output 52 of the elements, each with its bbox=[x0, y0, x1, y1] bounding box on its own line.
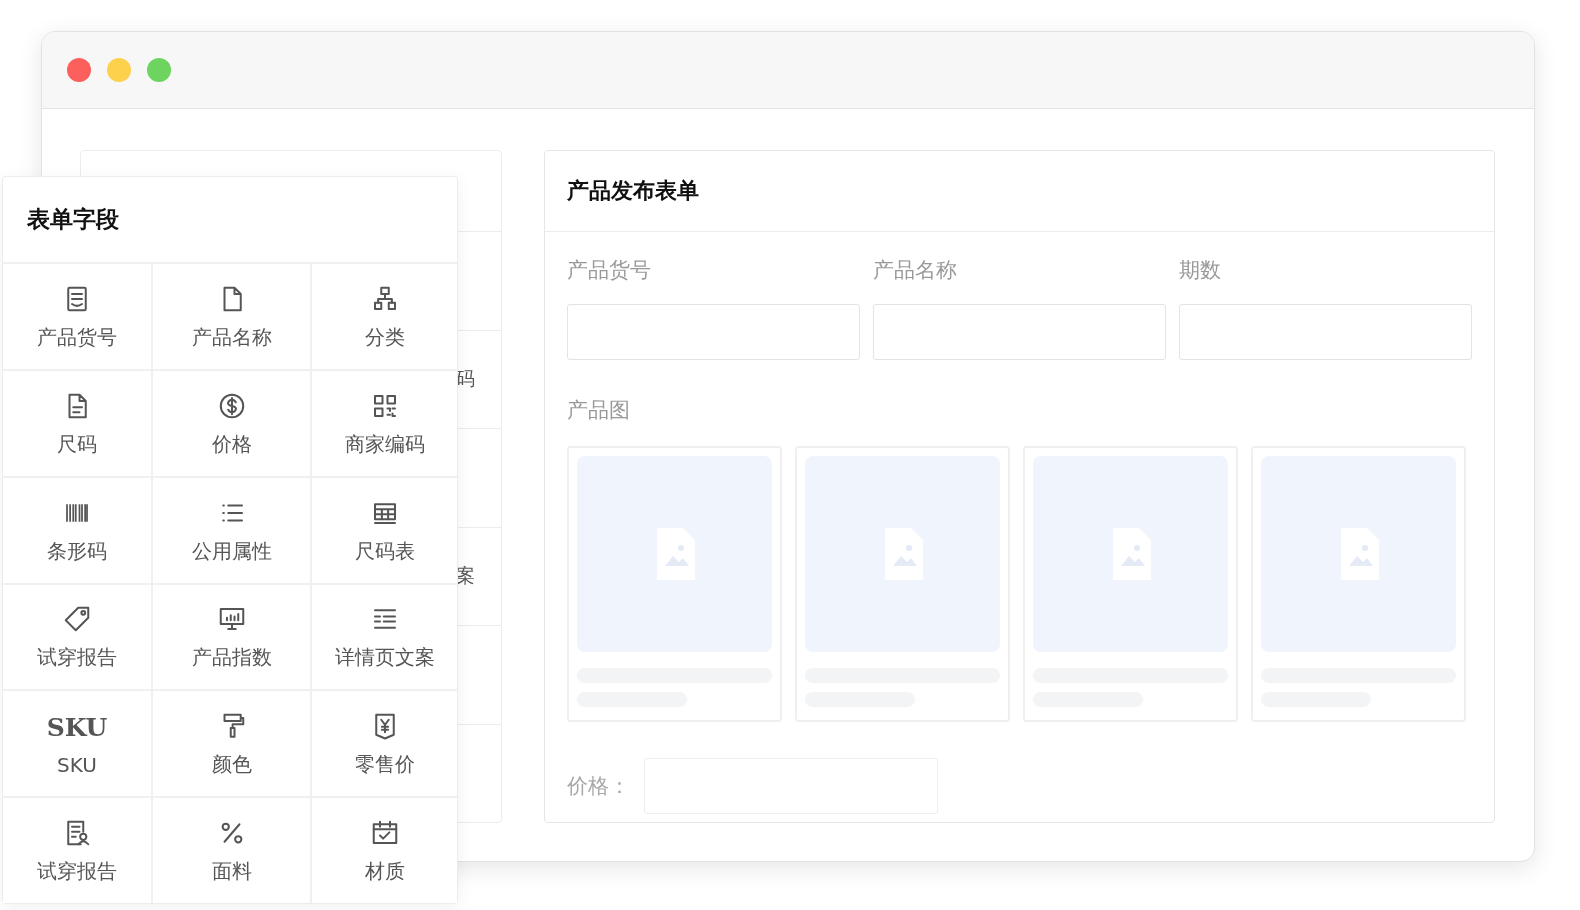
field-label: 码 bbox=[456, 366, 475, 392]
field-label: 商家编码 bbox=[344, 430, 425, 458]
zoom-button[interactable] bbox=[147, 58, 171, 82]
field-tile[interactable]: 产品货号 bbox=[3, 264, 151, 369]
field-tile[interactable]: 商家编码 bbox=[312, 370, 457, 476]
field-label: 分类 bbox=[364, 323, 405, 351]
close-button[interactable] bbox=[67, 58, 91, 82]
field-label: 试穿报告 bbox=[37, 858, 117, 886]
field-label: 零售价 bbox=[354, 751, 415, 779]
field-label: 期数 bbox=[1179, 257, 1222, 284]
field-label: 条形码 bbox=[47, 537, 107, 565]
field-tile[interactable]: 颜色 bbox=[153, 691, 310, 797]
input-field[interactable] bbox=[1179, 304, 1472, 360]
sku-mark: SKU bbox=[46, 713, 108, 743]
field-tile[interactable]: 条形码 bbox=[3, 477, 151, 583]
field-label: 尺码 bbox=[57, 430, 97, 458]
field-label: 面料 bbox=[211, 858, 252, 886]
field-label: 产品货号 bbox=[37, 323, 117, 351]
minimize-button[interactable] bbox=[107, 58, 131, 82]
field-label: 材质 bbox=[364, 858, 405, 886]
field-label: 尺码表 bbox=[354, 537, 415, 565]
panel-title: 表单字段 bbox=[27, 205, 119, 234]
field-tile[interactable]: 产品指数 bbox=[153, 584, 310, 690]
field-label: SKU bbox=[57, 752, 97, 777]
field-tile[interactable]: 尺码 bbox=[3, 370, 151, 476]
field-label: 颜色 bbox=[211, 751, 252, 779]
input-field[interactable] bbox=[567, 304, 860, 360]
field-label: 公用属性 bbox=[191, 537, 272, 565]
field-label: 详情页文案 bbox=[334, 644, 435, 672]
field-tile[interactable]: 面料 bbox=[153, 798, 310, 903]
field-label: 试穿报告 bbox=[37, 644, 117, 672]
field-label: 价格 bbox=[211, 430, 252, 458]
field-tile[interactable]: 价格 bbox=[153, 370, 310, 476]
field-label: 产品名称 bbox=[191, 323, 272, 351]
field-tile[interactable]: 产品名称 bbox=[153, 264, 310, 369]
field-tile[interactable]: 尺码表 bbox=[312, 477, 457, 583]
field-label: 产品货号 bbox=[567, 257, 652, 284]
field-tile[interactable]: 试穿报告 bbox=[3, 584, 151, 690]
input-field[interactable] bbox=[873, 304, 1166, 360]
field-label: 价格： bbox=[567, 773, 630, 800]
field-label: 案 bbox=[456, 563, 475, 589]
field-tile[interactable]: 详情页文案 bbox=[312, 584, 457, 690]
field-tile[interactable]: SKU SKU bbox=[3, 691, 151, 797]
field-tile[interactable]: 分类 bbox=[312, 264, 457, 369]
field-tile[interactable]: 材质 bbox=[312, 798, 457, 903]
field-label: 产品指数 bbox=[191, 644, 272, 672]
field-tile[interactable]: 试穿报告 bbox=[3, 798, 151, 903]
field-tile[interactable]: 公用属性 bbox=[153, 477, 310, 583]
field-tile[interactable]: 零售价 bbox=[312, 691, 457, 797]
form-title: 产品发布表单 bbox=[567, 177, 699, 205]
field-label: 产品名称 bbox=[873, 257, 958, 284]
field-label: 产品图 bbox=[567, 397, 631, 424]
